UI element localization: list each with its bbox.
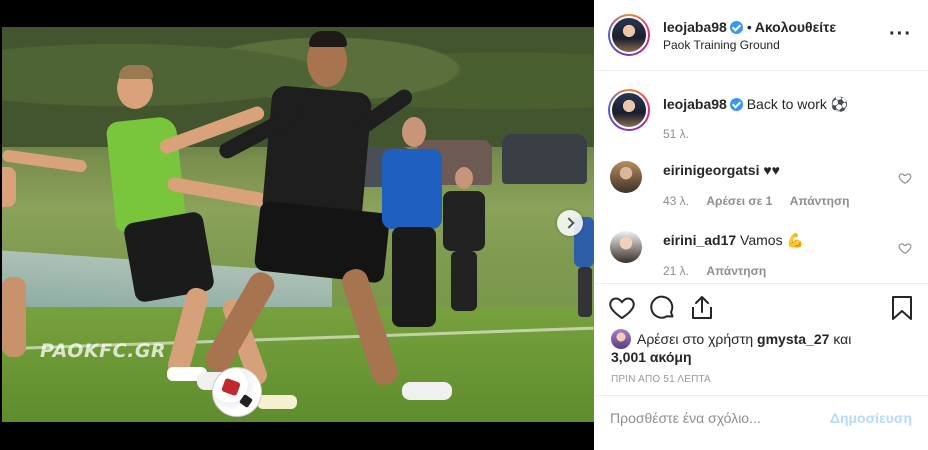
likes-summary: Αρέσει στο χρήστη gmysta_27 και 3,001 ακ… (611, 329, 881, 366)
caption-username[interactable]: leojaba98 (663, 96, 727, 112)
likes-suffix: και (833, 331, 852, 347)
caption-meta: 51 λ. (663, 127, 703, 141)
comment-likes-link[interactable]: Αρέσει σε 1 (706, 194, 772, 208)
comments-list: leojaba98 Back to work ⚽ 51 λ. eirinigeo… (594, 71, 928, 283)
commenter-avatar[interactable] (610, 231, 642, 263)
heart-icon[interactable] (608, 294, 636, 322)
comment-meta: 43 λ. Αρέσει σε 1 Απάντηση (663, 194, 864, 208)
player-background-dark (437, 167, 497, 317)
share-icon[interactable] (688, 294, 716, 322)
author-username[interactable]: leojaba98 (663, 19, 727, 35)
comment-text-line: eirinigeorgatsi ♥♥ (663, 161, 878, 179)
more-icon[interactable]: ··· (889, 24, 912, 44)
post-photo[interactable] (2, 27, 594, 422)
commenter-username[interactable]: eirinigeorgatsi (663, 162, 759, 178)
post-timestamp[interactable]: ΠΡΙΝ ΑΠΟ 51 ΛΕΠΤΑ (611, 374, 711, 385)
player-background-far (574, 187, 594, 317)
football (212, 367, 262, 417)
caption-time[interactable]: 51 λ. (663, 127, 689, 141)
author-avatar[interactable] (608, 14, 650, 56)
comment-row: eirinigeorgatsi ♥♥ 43 λ. Αρέσει σε 1 Απά… (610, 161, 912, 211)
caption-avatar[interactable] (608, 89, 650, 131)
caption-text-line: leojaba98 Back to work ⚽ (663, 95, 878, 113)
add-comment-bar: Δημοσίευση (594, 395, 928, 450)
location-link[interactable]: Paok Training Ground (663, 38, 780, 52)
commenter-username[interactable]: eirini_ad17 (663, 232, 736, 248)
heart-icon[interactable] (898, 171, 912, 185)
comment-time[interactable]: 21 λ. (663, 264, 689, 278)
verified-icon (729, 21, 743, 34)
likes-prefix: Αρέσει στο χρήστη (637, 331, 754, 347)
likes-count[interactable]: 3,001 ακόμη (611, 348, 881, 366)
reply-button[interactable]: Απάντηση (790, 194, 850, 208)
watermark: PAOKFC.GR (40, 340, 167, 362)
liker-username[interactable]: gmysta_27 (757, 331, 829, 347)
heart-icon[interactable] (898, 241, 912, 255)
comment-input[interactable] (610, 410, 830, 426)
separator-dot: • (746, 19, 752, 35)
comment-text: Vamos 💪 (740, 232, 804, 248)
bookmark-icon[interactable] (888, 294, 916, 322)
liker-avatar[interactable] (611, 329, 631, 349)
commenter-avatar[interactable] (610, 161, 642, 193)
post-media: PAOKFC.GR (0, 0, 594, 450)
comment-row: eirini_ad17 Vamos 💪 21 λ. Απάντηση (610, 231, 912, 281)
caption-text: Back to work ⚽ (746, 96, 849, 112)
post-actions: Αρέσει στο χρήστη gmysta_27 και 3,001 ακ… (594, 283, 928, 393)
next-arrow-icon[interactable] (557, 210, 583, 236)
author-line: leojaba98 • Ακολουθείτε (663, 19, 836, 35)
post-comment-button[interactable]: Δημοσίευση (830, 410, 912, 426)
verified-icon (729, 98, 743, 111)
comment-text: ♥♥ (763, 162, 780, 178)
comment-meta: 21 λ. Απάντηση (663, 264, 780, 278)
follow-button[interactable]: Ακολουθείτε (755, 19, 836, 35)
reply-button[interactable]: Απάντηση (706, 264, 766, 278)
comment-time[interactable]: 43 λ. (663, 194, 689, 208)
post-header: leojaba98 • Ακολουθείτε Paok Training Grou… (594, 0, 928, 71)
comment-text-line: eirini_ad17 Vamos 💪 (663, 231, 878, 249)
player-left-edge (2, 157, 26, 357)
post-sidebar: leojaba98 • Ακολουθείτε Paok Training Grou… (594, 0, 928, 450)
comment-icon[interactable] (648, 294, 676, 322)
caption-row: leojaba98 Back to work ⚽ 51 λ. (608, 89, 912, 149)
